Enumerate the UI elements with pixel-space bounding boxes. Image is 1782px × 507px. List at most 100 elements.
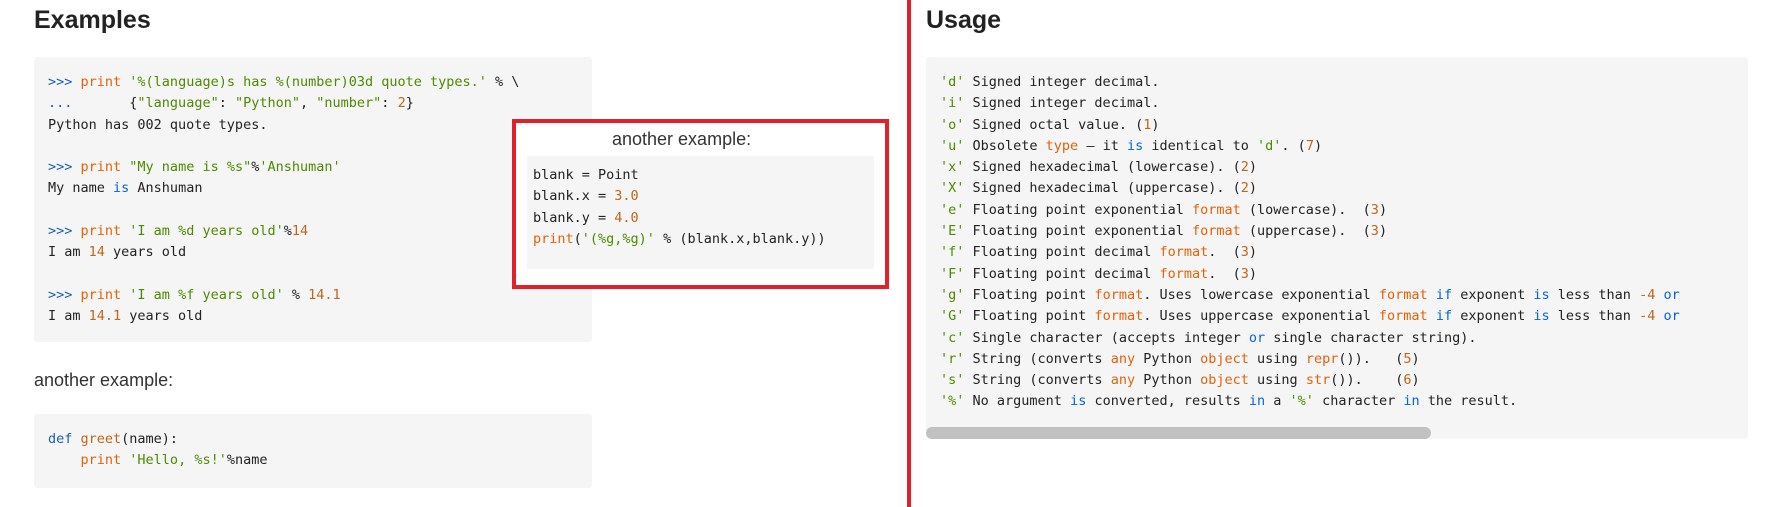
code-token: 4.0: [614, 209, 639, 226]
code-token: 14.1: [308, 286, 341, 303]
code-token: (: [573, 230, 582, 247]
code-token: >>>: [48, 74, 81, 90]
code-token: >>>: [48, 286, 81, 303]
code-token: '%': [940, 393, 965, 410]
code-token: "Python": [234, 95, 300, 112]
greet-code: def greet(name): print 'Hello, %s!'%name: [48, 429, 267, 472]
code-token: def: [48, 431, 81, 447]
code-token: if: [1435, 308, 1453, 325]
code-token: converted, results: [1086, 393, 1249, 410]
code-token: in: [1403, 393, 1420, 410]
code-token: format: [1191, 201, 1241, 218]
code-token: ...: [48, 95, 130, 112]
code-line: I am 14.1 years old: [48, 306, 519, 327]
code-line: 'F' Floating point decimal format. (3): [940, 264, 1680, 285]
code-token: "number": [316, 95, 382, 112]
code-token: . (: [1208, 244, 1241, 261]
code-line: >>> print '%(language)s has %(number)03d…: [48, 72, 519, 93]
code-token: Signed integer decimal.: [964, 95, 1160, 112]
code-line: print('(%g,%g)' % (blank.x,blank.y)): [533, 229, 826, 250]
code-line: print 'Hello, %s!'%name: [48, 450, 268, 471]
code-token: Floating point decimal: [964, 265, 1160, 282]
code-line: blank = Point: [533, 165, 826, 186]
code-token: ()). (: [1330, 372, 1404, 389]
code-token: Signed hexadecimal (lowercase). (: [964, 159, 1241, 176]
usage-code-block[interactable]: 'd' Signed integer decimal.'i' Signed in…: [926, 57, 1748, 439]
code-token: Floating point exponential: [964, 201, 1192, 218]
code-token: format: [1094, 286, 1144, 303]
code-line: 'd' Signed integer decimal.: [940, 72, 1680, 93]
code-token: ): [1248, 159, 1258, 176]
code-line: >>> print 'I am %f years old' % 14.1: [48, 285, 519, 306]
code-token: (uppercase). (: [1240, 223, 1371, 240]
code-token: is: [1533, 286, 1550, 303]
code-token: less than: [1549, 308, 1640, 325]
examples-code: >>> print '%(language)s has %(number)03d…: [48, 72, 519, 328]
code-token: years old: [104, 244, 187, 261]
code-token: %: [283, 286, 309, 303]
code-token: ): [1248, 180, 1258, 197]
code-token: format: [1159, 265, 1209, 282]
code-token: . (: [1281, 137, 1306, 154]
code-line: >>> print 'I am %d years old'%14: [48, 221, 519, 242]
horizontal-scrollbar-thumb[interactable]: [926, 427, 1431, 439]
another-example-label: another example:: [34, 370, 174, 390]
code-token: any: [1110, 372, 1136, 389]
code-token: format: [1191, 223, 1241, 240]
code-token: 7: [1305, 137, 1314, 154]
code-token: :: [218, 95, 235, 112]
code-token: greet: [80, 431, 122, 447]
code-token: My name: [48, 180, 114, 197]
popup-code: blank = Point blank.x = 3.0 blank.y = 4.0 p…: [533, 165, 826, 250]
code-token: Single character (accepts integer: [964, 329, 1249, 346]
code-token: "My name is %s": [129, 159, 252, 176]
code-token: ()). (: [1338, 350, 1404, 367]
code-token: object: [1200, 372, 1249, 389]
examples-heading: Examples: [34, 6, 151, 34]
code-token: 'f': [940, 244, 965, 261]
code-token: 'G': [940, 308, 965, 325]
code-line: 'e' Floating point exponential format (l…: [940, 200, 1680, 221]
code-token: String (converts: [964, 372, 1111, 389]
code-token: exponent: [1452, 286, 1534, 303]
code-token: 's': [940, 372, 965, 389]
code-token: 'E': [940, 223, 965, 240]
code-token: '%': [1289, 393, 1314, 410]
code-token: using: [1248, 372, 1306, 389]
code-line: blank.x = 3.0: [533, 186, 826, 207]
code-token: Obsolete: [964, 137, 1046, 154]
code-token: 5: [1403, 350, 1412, 367]
code-token: a: [1265, 393, 1290, 410]
usage-heading: Usage: [926, 6, 1002, 34]
code-line: blank.y = 4.0: [533, 208, 826, 229]
code-line: 'i' Signed integer decimal.: [940, 93, 1680, 114]
code-line: Python has 002 quote types.: [48, 115, 519, 136]
code-token: 14: [88, 244, 105, 261]
code-token: :: [381, 95, 398, 112]
code-line: 'E' Floating point exponential format (u…: [940, 221, 1680, 242]
code-token: 'e': [940, 201, 965, 218]
code-token: 'u': [940, 137, 965, 154]
code-token: ): [1411, 372, 1420, 389]
code-token: Floating point exponential: [964, 223, 1192, 240]
code-token: Floating point decimal: [964, 244, 1160, 261]
code-token: Signed integer decimal.: [964, 74, 1160, 90]
code-token: if: [1435, 286, 1453, 303]
code-token: – it: [1078, 137, 1127, 154]
code-token: is: [113, 180, 130, 197]
code-token: single character string).: [1265, 329, 1477, 346]
code-token: print: [533, 230, 574, 247]
code-token: -4: [1639, 308, 1656, 325]
code-token: No argument: [964, 393, 1071, 410]
code-token: ): [1248, 265, 1258, 282]
code-token: or: [1663, 286, 1680, 303]
code-token: Floating point: [964, 286, 1095, 303]
code-token: 'Hello, %s!': [129, 452, 227, 469]
code-token: using: [1248, 350, 1306, 367]
code-token: %name: [226, 452, 268, 469]
code-line: ... {"language": "Python", "number": 2}: [48, 93, 519, 114]
code-token: 3: [1370, 223, 1379, 240]
